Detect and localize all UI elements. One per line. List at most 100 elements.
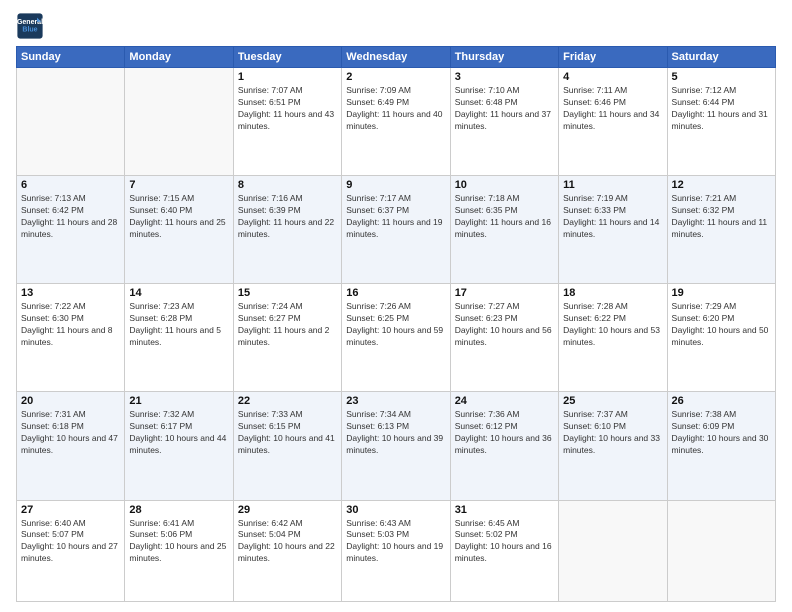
logo: General Blue — [16, 12, 44, 40]
day-info: Sunrise: 6:45 AMSunset: 5:02 PMDaylight:… — [455, 518, 554, 566]
day-number: 15 — [238, 287, 337, 299]
calendar-cell: 5 Sunrise: 7:12 AMSunset: 6:44 PMDaylight… — [667, 68, 775, 176]
day-number: 16 — [346, 287, 445, 299]
page-header: General Blue — [16, 12, 776, 40]
day-info: Sunrise: 6:40 AMSunset: 5:07 PMDaylight:… — [21, 518, 120, 566]
day-number: 7 — [129, 179, 228, 191]
day-number: 30 — [346, 504, 445, 516]
calendar-cell: 14 Sunrise: 7:23 AMSunset: 6:28 PMDayligh… — [125, 284, 233, 392]
day-number: 14 — [129, 287, 228, 299]
calendar-table: SundayMondayTuesdayWednesdayThursdayFrid… — [16, 46, 776, 602]
calendar-week-row: 27 Sunrise: 6:40 AMSunset: 5:07 PMDayligh… — [17, 500, 776, 601]
day-number: 1 — [238, 71, 337, 83]
day-info: Sunrise: 7:29 AMSunset: 6:20 PMDaylight:… — [672, 301, 771, 349]
day-number: 23 — [346, 395, 445, 407]
calendar-cell: 4 Sunrise: 7:11 AMSunset: 6:46 PMDaylight… — [559, 68, 667, 176]
calendar-cell: 10 Sunrise: 7:18 AMSunset: 6:35 PMDayligh… — [450, 176, 558, 284]
calendar-cell: 18 Sunrise: 7:28 AMSunset: 6:22 PMDayligh… — [559, 284, 667, 392]
day-info: Sunrise: 7:21 AMSunset: 6:32 PMDaylight:… — [672, 193, 771, 241]
calendar-cell — [125, 68, 233, 176]
day-info: Sunrise: 7:09 AMSunset: 6:49 PMDaylight:… — [346, 85, 445, 133]
day-info: Sunrise: 7:34 AMSunset: 6:13 PMDaylight:… — [346, 409, 445, 457]
calendar-header-saturday: Saturday — [667, 47, 775, 68]
day-number: 3 — [455, 71, 554, 83]
calendar-cell: 7 Sunrise: 7:15 AMSunset: 6:40 PMDaylight… — [125, 176, 233, 284]
day-info: Sunrise: 7:12 AMSunset: 6:44 PMDaylight:… — [672, 85, 771, 133]
calendar-cell — [559, 500, 667, 601]
day-number: 11 — [563, 179, 662, 191]
svg-text:Blue: Blue — [22, 27, 37, 34]
calendar-cell: 22Sunrise: 7:33 AMSunset: 6:15 PMDayligh… — [233, 392, 341, 500]
calendar-cell: 2 Sunrise: 7:09 AMSunset: 6:49 PMDaylight… — [342, 68, 450, 176]
logo-icon: General Blue — [16, 12, 44, 40]
day-number: 27 — [21, 504, 120, 516]
calendar-week-row: 1 Sunrise: 7:07 AMSunset: 6:51 PMDaylight… — [17, 68, 776, 176]
day-number: 4 — [563, 71, 662, 83]
calendar-cell: 24 Sunrise: 7:36 AMSunset: 6:12 PMDayligh… — [450, 392, 558, 500]
day-number: 18 — [563, 287, 662, 299]
calendar-cell: 26Sunrise: 7:38 AMSunset: 6:09 PMDayligh… — [667, 392, 775, 500]
calendar-cell: 6 Sunrise: 7:13 AMSunset: 6:42 PMDaylight… — [17, 176, 125, 284]
day-info: Sunrise: 6:41 AMSunset: 5:06 PMDaylight:… — [129, 518, 228, 566]
calendar-cell: 15 Sunrise: 7:24 AMSunset: 6:27 PMDayligh… — [233, 284, 341, 392]
day-info: Sunrise: 7:36 AMSunset: 6:12 PMDaylight:… — [455, 409, 554, 457]
day-info: Sunrise: 7:24 AMSunset: 6:27 PMDaylight:… — [238, 301, 337, 349]
day-number: 2 — [346, 71, 445, 83]
day-number: 17 — [455, 287, 554, 299]
day-info: Sunrise: 7:26 AMSunset: 6:25 PMDaylight:… — [346, 301, 445, 349]
calendar-cell — [667, 500, 775, 601]
day-info: Sunrise: 7:17 AMSunset: 6:37 PMDaylight:… — [346, 193, 445, 241]
calendar-cell: 29 Sunrise: 6:42 AMSunset: 5:04 PMDayligh… — [233, 500, 341, 601]
day-info: Sunrise: 7:31 AMSunset: 6:18 PMDaylight:… — [21, 409, 120, 457]
calendar-header-tuesday: Tuesday — [233, 47, 341, 68]
day-number: 29 — [238, 504, 337, 516]
day-info: Sunrise: 6:43 AMSunset: 5:03 PMDaylight:… — [346, 518, 445, 566]
calendar-cell: 16 Sunrise: 7:26 AMSunset: 6:25 PMDayligh… — [342, 284, 450, 392]
day-number: 28 — [129, 504, 228, 516]
calendar-cell: 28 Sunrise: 6:41 AMSunset: 5:06 PMDayligh… — [125, 500, 233, 601]
day-info: Sunrise: 7:16 AMSunset: 6:39 PMDaylight:… — [238, 193, 337, 241]
calendar-cell: 23 Sunrise: 7:34 AMSunset: 6:13 PMDayligh… — [342, 392, 450, 500]
calendar-week-row: 6 Sunrise: 7:13 AMSunset: 6:42 PMDaylight… — [17, 176, 776, 284]
calendar-cell: 21 Sunrise: 7:32 AMSunset: 6:17 PMDayligh… — [125, 392, 233, 500]
calendar-header-friday: Friday — [559, 47, 667, 68]
calendar-cell: 20 Sunrise: 7:31 AMSunset: 6:18 PMDayligh… — [17, 392, 125, 500]
day-number: 5 — [672, 71, 771, 83]
day-number: 21 — [129, 395, 228, 407]
day-info: Sunrise: 7:37 AMSunset: 6:10 PMDaylight:… — [563, 409, 662, 457]
day-number: 6 — [21, 179, 120, 191]
day-number: 10 — [455, 179, 554, 191]
calendar-cell: 3Sunrise: 7:10 AMSunset: 6:48 PMDaylight… — [450, 68, 558, 176]
day-info: Sunrise: 7:28 AMSunset: 6:22 PMDaylight:… — [563, 301, 662, 349]
day-number: 31 — [455, 504, 554, 516]
calendar-header-sunday: Sunday — [17, 47, 125, 68]
calendar-cell: 13Sunrise: 7:22 AMSunset: 6:30 PMDayligh… — [17, 284, 125, 392]
calendar-cell: 31 Sunrise: 6:45 AMSunset: 5:02 PMDayligh… — [450, 500, 558, 601]
day-info: Sunrise: 6:42 AMSunset: 5:04 PMDaylight:… — [238, 518, 337, 566]
day-number: 12 — [672, 179, 771, 191]
calendar-cell: 30 Sunrise: 6:43 AMSunset: 5:03 PMDayligh… — [342, 500, 450, 601]
calendar-cell: 9Sunrise: 7:17 AMSunset: 6:37 PMDaylight… — [342, 176, 450, 284]
day-number: 24 — [455, 395, 554, 407]
day-number: 25 — [563, 395, 662, 407]
calendar-cell — [17, 68, 125, 176]
calendar-header-monday: Monday — [125, 47, 233, 68]
day-info: Sunrise: 7:13 AMSunset: 6:42 PMDaylight:… — [21, 193, 120, 241]
day-number: 8 — [238, 179, 337, 191]
day-number: 20 — [21, 395, 120, 407]
calendar-cell: 19Sunrise: 7:29 AMSunset: 6:20 PMDayligh… — [667, 284, 775, 392]
day-info: Sunrise: 7:15 AMSunset: 6:40 PMDaylight:… — [129, 193, 228, 241]
day-info: Sunrise: 7:11 AMSunset: 6:46 PMDaylight:… — [563, 85, 662, 133]
calendar-cell: 8 Sunrise: 7:16 AMSunset: 6:39 PMDaylight… — [233, 176, 341, 284]
day-info: Sunrise: 7:38 AMSunset: 6:09 PMDaylight:… — [672, 409, 771, 457]
day-info: Sunrise: 7:07 AMSunset: 6:51 PMDaylight:… — [238, 85, 337, 133]
calendar-cell: 12 Sunrise: 7:21 AMSunset: 6:32 PMDayligh… — [667, 176, 775, 284]
calendar-header-thursday: Thursday — [450, 47, 558, 68]
day-info: Sunrise: 7:23 AMSunset: 6:28 PMDaylight:… — [129, 301, 228, 349]
day-info: Sunrise: 7:18 AMSunset: 6:35 PMDaylight:… — [455, 193, 554, 241]
day-info: Sunrise: 7:32 AMSunset: 6:17 PMDaylight:… — [129, 409, 228, 457]
day-info: Sunrise: 7:27 AMSunset: 6:23 PMDaylight:… — [455, 301, 554, 349]
calendar-week-row: 20 Sunrise: 7:31 AMSunset: 6:18 PMDayligh… — [17, 392, 776, 500]
calendar-week-row: 13Sunrise: 7:22 AMSunset: 6:30 PMDayligh… — [17, 284, 776, 392]
day-info: Sunrise: 7:19 AMSunset: 6:33 PMDaylight:… — [563, 193, 662, 241]
